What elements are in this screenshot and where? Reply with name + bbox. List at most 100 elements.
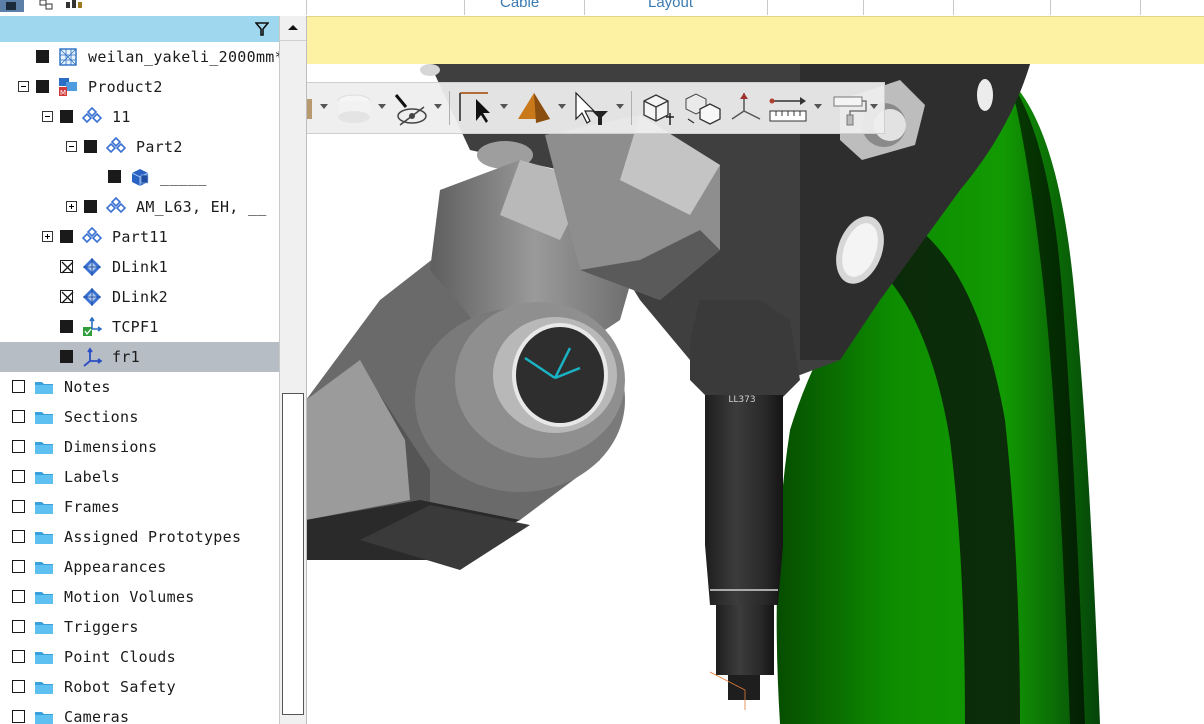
tree-item-label: 11 [112, 108, 131, 126]
tree-item-part11[interactable]: Part11 [0, 222, 279, 252]
relocate-cubes-icon[interactable] [682, 89, 724, 127]
axes-icon[interactable] [728, 89, 764, 127]
tree-item-label: TCPF1 [112, 318, 159, 336]
visibility-toggle[interactable] [60, 110, 73, 123]
scroll-thumb[interactable] [282, 393, 304, 715]
dropdown-arrow-icon[interactable] [616, 104, 624, 109]
dropdown-arrow-icon[interactable] [500, 104, 508, 109]
3d-viewport[interactable]: LL373 [306, 64, 1204, 724]
cylinder-shaded-icon[interactable] [334, 89, 374, 127]
tab-layout[interactable]: Layout [648, 0, 693, 11]
visibility-toggle[interactable] [84, 200, 97, 213]
visibility-checkbox[interactable] [12, 380, 25, 393]
visibility-toggle[interactable] [36, 50, 49, 63]
collapse-icon[interactable] [42, 111, 53, 122]
folder-icon [34, 677, 54, 697]
visibility-checkbox[interactable] [12, 530, 25, 543]
visibility-checkbox[interactable] [12, 590, 25, 603]
collapse-icon[interactable] [18, 81, 29, 92]
tree-view-icon[interactable] [36, 0, 96, 10]
tree-header [0, 16, 279, 42]
tree-item-label: Dimensions [64, 438, 158, 456]
tree-toolbar-icons[interactable] [36, 0, 96, 12]
folder-icon [34, 407, 54, 427]
view-toolbar [306, 82, 885, 134]
ribbon-divider [1050, 0, 1051, 15]
tree-item-fr1[interactable]: fr1 [0, 342, 279, 372]
tree-item-product2[interactable]: M Product2 [0, 72, 279, 102]
tree-item-labels[interactable]: Labels [0, 462, 279, 492]
tree-item-dlink2[interactable]: DLink2 [0, 282, 279, 312]
vertical-scrollbar[interactable] [279, 16, 306, 724]
visibility-toggle[interactable] [108, 170, 121, 183]
tree-item-assigned-prototypes[interactable]: Assigned Prototypes [0, 522, 279, 552]
component-icon [105, 196, 127, 217]
disabled-checkbox[interactable] [60, 290, 74, 304]
tree-item-label: Robot Safety [64, 678, 176, 696]
tree-item-motion-volumes[interactable]: Motion Volumes [0, 582, 279, 612]
specification-tree-panel: weilan_yakeli_2000mm* M Product2 11 Part2 ___… [0, 16, 307, 724]
disabled-checkbox[interactable] [60, 260, 74, 274]
tree-item-triggers[interactable]: Triggers [0, 612, 279, 642]
app-menu-icon[interactable] [0, 0, 24, 12]
visibility-toggle[interactable] [60, 320, 73, 333]
tree-item-dimensions[interactable]: Dimensions [0, 432, 279, 462]
ribbon-divider [953, 0, 954, 15]
chevron-up-icon [288, 25, 298, 30]
tree-item-label: Part2 [136, 138, 183, 156]
visibility-checkbox[interactable] [12, 650, 25, 663]
eye-hidden-icon[interactable] [392, 89, 432, 127]
filter-icon[interactable] [255, 21, 269, 37]
select-frame-icon[interactable] [456, 89, 496, 127]
visibility-checkbox[interactable] [12, 680, 25, 693]
dropdown-arrow-icon[interactable] [814, 104, 822, 109]
tree-item-am-l63-eh[interactable]: AM_L63, EH, __ [0, 192, 279, 222]
placement-cube-icon[interactable] [638, 89, 678, 127]
tree-item-11[interactable]: 11 [0, 102, 279, 132]
visibility-checkbox[interactable] [12, 470, 25, 483]
visibility-checkbox[interactable] [12, 710, 25, 723]
tree-item-point-clouds[interactable]: Point Clouds [0, 642, 279, 672]
visibility-toggle[interactable] [84, 140, 97, 153]
ruler-icon[interactable] [768, 89, 812, 127]
tree-item-dlink1[interactable]: DLink1 [0, 252, 279, 282]
robot-tool-scene[interactable]: LL373 [306, 64, 1204, 724]
expand-icon[interactable] [42, 231, 53, 242]
collapse-icon[interactable] [66, 141, 77, 152]
tree-item-appearances[interactable]: Appearances [0, 552, 279, 582]
tree-item-notes[interactable]: Notes [0, 372, 279, 402]
expand-icon[interactable] [66, 201, 77, 212]
dropdown-arrow-icon[interactable] [558, 104, 566, 109]
tree-item-robot-safety[interactable]: Robot Safety [0, 672, 279, 702]
tree-item-frames[interactable]: Frames [0, 492, 279, 522]
dropdown-arrow-icon[interactable] [320, 104, 328, 109]
visibility-toggle[interactable] [60, 350, 73, 363]
dropdown-arrow-icon[interactable] [378, 104, 386, 109]
pick-filter-icon[interactable] [572, 89, 612, 127]
scroll-up-button[interactable] [280, 16, 306, 41]
tree-item-tcpf1[interactable]: TCPF1 [0, 312, 279, 342]
tree-item-weilan-yakeli-2000mm[interactable]: weilan_yakeli_2000mm* [0, 42, 284, 72]
ribbon-divider [584, 0, 585, 15]
pyramid-icon[interactable] [514, 89, 554, 127]
paint-roller-icon[interactable] [828, 89, 868, 127]
tab-cable[interactable]: Cable [500, 0, 539, 11]
partial-icon[interactable] [306, 89, 314, 127]
visibility-toggle[interactable] [60, 230, 73, 243]
visibility-checkbox[interactable] [12, 500, 25, 513]
tree-item-sections[interactable]: Sections [0, 402, 279, 432]
visibility-checkbox[interactable] [12, 560, 25, 573]
product-icon: M [58, 77, 78, 97]
tree-item-[interactable]: _____ [0, 162, 279, 192]
dropdown-arrow-icon[interactable] [870, 104, 878, 109]
tree-item-cameras[interactable]: Cameras [0, 702, 279, 724]
visibility-checkbox[interactable] [12, 410, 25, 423]
visibility-toggle[interactable] [36, 80, 49, 93]
dropdown-arrow-icon[interactable] [434, 104, 442, 109]
ribbon-divider [767, 0, 768, 15]
tree-item-label: Notes [64, 378, 111, 396]
visibility-checkbox[interactable] [12, 620, 25, 633]
toolbar-divider [449, 91, 450, 125]
visibility-checkbox[interactable] [12, 440, 25, 453]
tree-item-part2[interactable]: Part2 [0, 132, 279, 162]
